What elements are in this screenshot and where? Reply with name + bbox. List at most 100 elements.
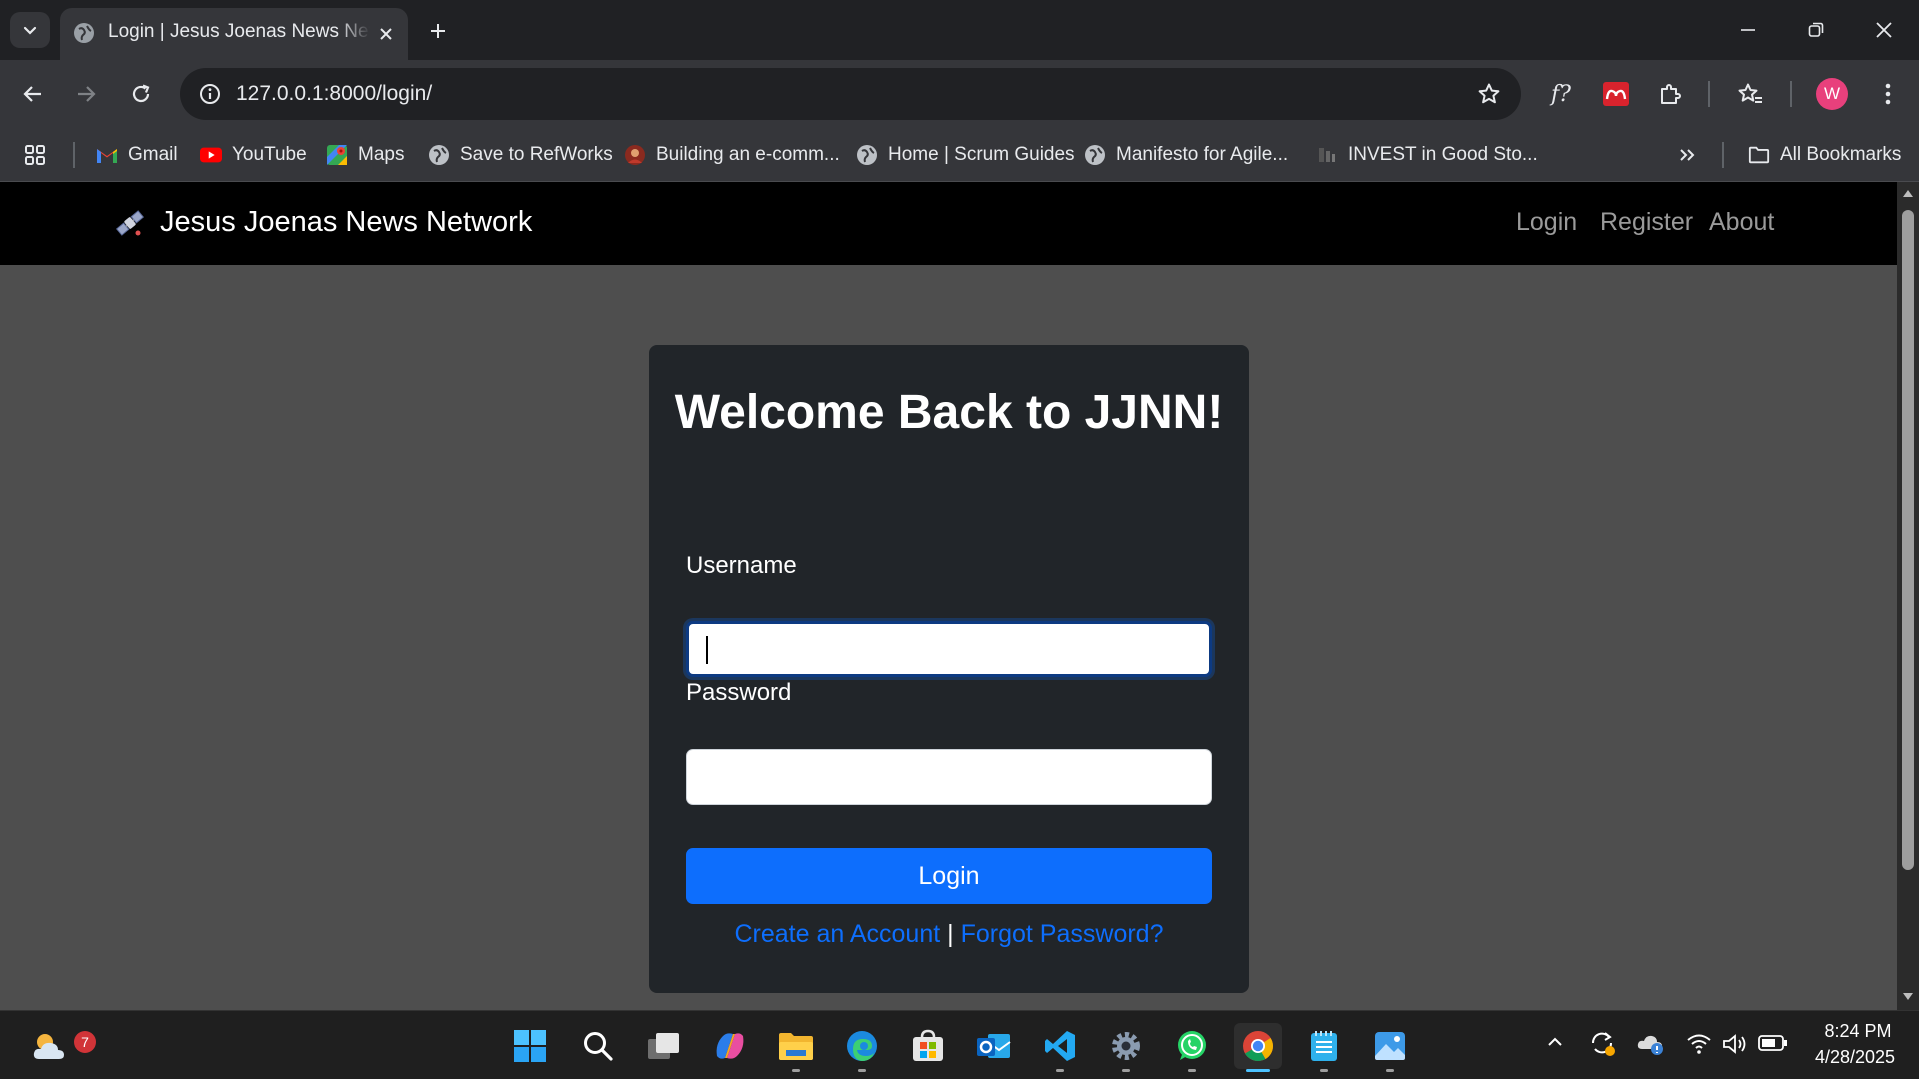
taskbar-microsoft-store[interactable] [904,1023,952,1069]
taskbar-notepad[interactable] [1300,1023,1348,1072]
maps-icon [326,144,348,166]
taskbar-task-view[interactable] [640,1023,688,1069]
apps-button[interactable] [24,138,46,172]
all-bookmarks-button[interactable]: All Bookmarks [1748,138,1901,172]
whatsapp-icon [1175,1029,1209,1063]
page-viewport: Jesus Joenas News Network Login Register… [0,182,1897,1010]
create-account-link[interactable]: Create an Account [735,920,941,948]
browser-menu-button[interactable] [1868,74,1908,114]
taskbar-search-button[interactable] [574,1023,622,1069]
login-card: Welcome Back to JJNN! Username Password … [649,345,1249,993]
running-indicator [792,1069,800,1072]
bookmarks-bar: Gmail YouTube Maps Save to RefWorks Buil… [0,128,1919,182]
active-indicator [1246,1069,1270,1072]
running-indicator [1056,1069,1064,1072]
sync-icon[interactable] [1588,1029,1616,1057]
login-submit-button[interactable]: Login [686,848,1212,904]
youtube-icon [200,144,222,166]
satellite-icon [114,207,146,239]
show-hidden-icons-chevron-up-icon[interactable] [1546,1033,1564,1051]
taskbar-copilot[interactable] [706,1023,754,1069]
nav-about-link[interactable]: About [1709,208,1774,237]
bookmark-ecommerce[interactable]: Building an e-comm... [624,138,840,172]
scroll-down-arrow-icon[interactable] [1902,992,1914,1002]
site-icon [1316,144,1338,166]
arrow-right-icon [75,83,97,105]
clock-date: 4/28/2025 [1814,1047,1896,1067]
running-indicator [1122,1069,1130,1072]
taskbar-edge[interactable] [838,1023,886,1072]
tab-search-button[interactable] [10,12,50,48]
weather-cloud-icon [31,1029,69,1063]
taskbar-file-explorer[interactable] [772,1023,820,1072]
bookmark-invest-stories[interactable]: INVEST in Good Sto... [1316,138,1538,172]
store-icon [911,1029,945,1063]
taskbar-settings[interactable] [1102,1023,1150,1072]
running-indicator [1188,1069,1196,1072]
minimize-button[interactable] [1718,8,1778,52]
bookmark-agile-manifesto[interactable]: Manifesto for Agile... [1084,138,1288,172]
forward-button[interactable] [66,74,106,114]
bookmark-star-icon[interactable] [1471,76,1507,112]
browser-tab-active[interactable]: Login | Jesus Joenas News Network [60,8,408,60]
volume-icon[interactable] [1722,1033,1750,1055]
arrow-left-icon [22,83,44,105]
new-tab-button[interactable] [420,14,456,48]
url-text[interactable]: 127.0.0.1:8000/login/ [236,82,432,106]
username-input[interactable] [686,621,1212,677]
username-label: Username [686,552,797,579]
page-scrollbar[interactable] [1897,182,1919,1010]
extension-mendeley-button[interactable] [1596,74,1636,114]
bookmark-scrum-guides[interactable]: Home | Scrum Guides [856,138,1075,172]
battery-icon[interactable] [1758,1033,1788,1053]
wifi-icon[interactable] [1686,1033,1712,1055]
reload-button[interactable] [121,74,161,114]
close-icon [1875,21,1893,39]
more-bookmarks-button[interactable] [1676,138,1698,172]
site-info-icon[interactable] [194,78,226,110]
extension-fquestion-button[interactable]: f? [1541,74,1581,114]
text-caret [706,636,708,664]
login-heading: Welcome Back to JJNN! [674,386,1224,439]
edge-icon [845,1029,879,1063]
chrome-icon [1241,1029,1275,1063]
forgot-password-link[interactable]: Forgot Password? [961,920,1164,948]
close-tab-icon[interactable] [372,20,400,48]
bookmark-maps[interactable]: Maps [326,138,404,172]
taskbar-outlook[interactable] [970,1023,1018,1069]
globe-icon [72,21,96,45]
tab-title: Login | Jesus Joenas News Network [108,21,370,42]
vscode-icon [1043,1029,1077,1063]
scroll-up-arrow-icon[interactable] [1902,188,1914,198]
weather-notification-badge: 7 [74,1031,96,1053]
bookmark-gmail[interactable]: Gmail [96,138,178,172]
restore-button[interactable] [1786,8,1846,52]
scrollbar-thumb[interactable] [1902,210,1914,870]
taskbar-weather-widget[interactable]: 7 [26,1023,96,1069]
nav-login-link[interactable]: Login [1516,208,1577,237]
taskbar-start-button[interactable] [506,1023,554,1069]
back-button[interactable] [13,74,53,114]
bookmark-label: Gmail [128,144,178,165]
taskbar-chrome[interactable] [1234,1023,1282,1072]
all-bookmarks-label: All Bookmarks [1780,144,1902,165]
taskbar-whatsapp[interactable] [1168,1023,1216,1072]
account-links: Create an Account | Forgot Password? [649,920,1249,949]
bookmark-refworks[interactable]: Save to RefWorks [428,138,613,172]
site-brand-link[interactable]: Jesus Joenas News Network [114,206,532,239]
close-window-button[interactable] [1854,8,1914,52]
onedrive-icon[interactable] [1636,1029,1666,1057]
taskbar-photos[interactable] [1366,1023,1414,1072]
bookmark-youtube[interactable]: YouTube [200,138,307,172]
taskbar-vscode[interactable] [1036,1023,1084,1072]
site-avatar-icon [624,144,646,166]
nav-register-link[interactable]: Register [1600,208,1693,237]
profile-avatar[interactable]: W [1816,78,1848,110]
extensions-button[interactable] [1650,74,1690,114]
folder-icon [778,1030,814,1062]
bookmark-manager-button[interactable] [1730,74,1770,114]
password-input[interactable] [686,749,1212,805]
task-view-icon [647,1031,681,1061]
address-bar[interactable]: 127.0.0.1:8000/login/ [180,68,1521,120]
bookmark-label: Manifesto for Agile... [1116,144,1289,165]
